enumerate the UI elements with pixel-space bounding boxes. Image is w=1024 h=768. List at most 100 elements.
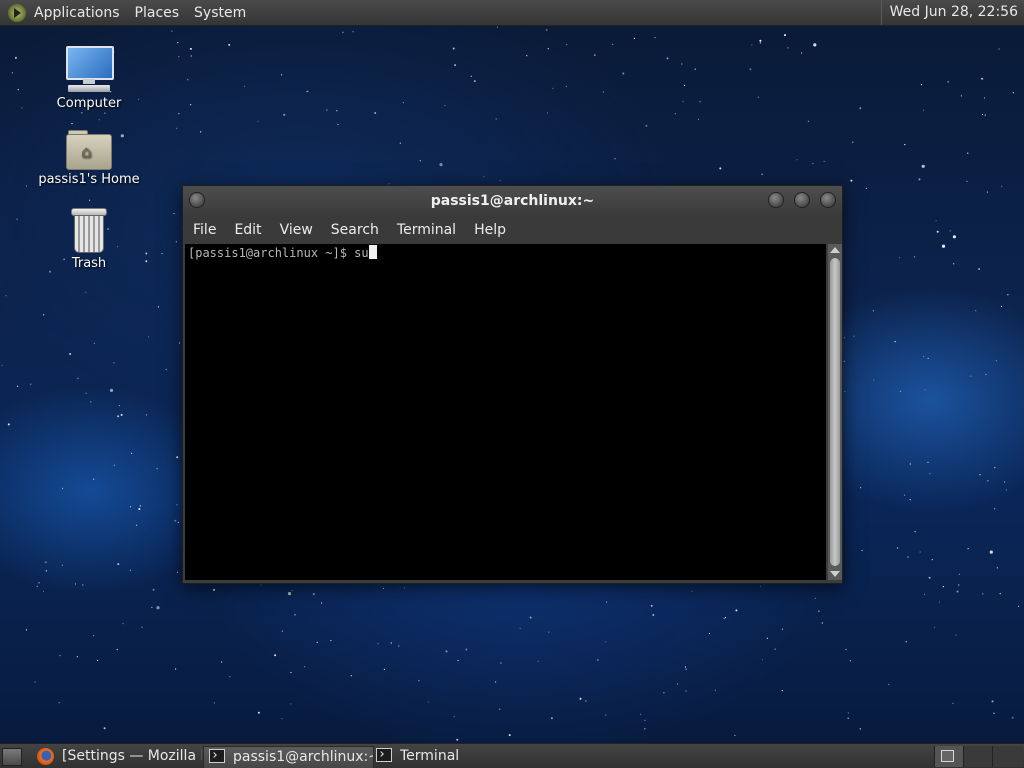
close-button[interactable]: [820, 192, 836, 208]
star: [985, 373, 987, 376]
firefox-icon: [37, 748, 54, 765]
star: [860, 487, 862, 489]
terminal-prompt-line: [passis1@archlinux ~]$ su: [188, 245, 377, 260]
star: [122, 623, 124, 625]
window-menu-button[interactable]: [189, 192, 205, 208]
star: [495, 118, 497, 120]
desktop-icon-home[interactable]: ⌂ passis1's Home: [34, 128, 144, 187]
terminal-scrollbar[interactable]: [828, 244, 842, 580]
scroll-up-arrow-icon[interactable]: [830, 247, 840, 253]
star: [176, 127, 178, 129]
workspace-3[interactable]: [992, 746, 1023, 767]
star: [1, 364, 3, 367]
star: [17, 385, 19, 387]
star: [708, 632, 711, 635]
star: [644, 728, 646, 730]
distro-logo-icon[interactable]: [8, 3, 26, 22]
star: [975, 310, 977, 312]
star: [928, 576, 931, 579]
star: [76, 656, 78, 658]
star: [16, 218, 18, 220]
menu-places[interactable]: Places: [135, 5, 180, 21]
terminal-window[interactable]: passis1@archlinux:~ File Edit View Searc…: [182, 185, 843, 584]
star: [991, 700, 994, 703]
star: [519, 627, 521, 630]
window-titlebar[interactable]: passis1@archlinux:~: [183, 186, 842, 216]
menu-view[interactable]: View: [280, 222, 313, 238]
terminal-cursor: [368, 245, 377, 259]
taskbar-item-firefox[interactable]: [Settings — Mozilla Fi...: [58, 746, 202, 767]
star: [685, 690, 687, 692]
desktop-icon-computer[interactable]: Computer: [34, 46, 144, 111]
desktop-icon-trash[interactable]: Trash: [34, 208, 144, 271]
star: [25, 629, 28, 631]
star: [312, 593, 315, 596]
star: [427, 701, 429, 703]
star: [221, 661, 223, 663]
star: [291, 590, 293, 592]
taskbar-item-terminal[interactable]: Terminal: [374, 746, 496, 767]
menu-file[interactable]: File: [193, 222, 216, 238]
star: [994, 508, 996, 510]
star: [383, 668, 385, 671]
star: [934, 626, 936, 628]
star: [59, 655, 61, 657]
clock[interactable]: Wed Jun 28, 22:56: [880, 0, 1018, 25]
star: [390, 642, 392, 644]
menu-terminal[interactable]: Terminal: [397, 222, 456, 238]
star: [907, 556, 909, 558]
menu-edit[interactable]: Edit: [234, 222, 261, 238]
star: [321, 602, 323, 604]
taskbar-item-terminal-window[interactable]: passis1@archlinux:~: [203, 746, 374, 768]
star: [956, 590, 959, 593]
star: [42, 590, 45, 593]
star: [445, 650, 448, 653]
menu-applications[interactable]: Applications: [34, 5, 120, 21]
star: [1018, 605, 1020, 607]
star: [597, 659, 599, 661]
star: [156, 468, 158, 470]
taskbar-item-label: passis1@archlinux:~: [233, 749, 374, 765]
star: [735, 609, 738, 612]
star: [894, 341, 896, 343]
scrollbar-thumb[interactable]: [830, 258, 840, 566]
trash-icon: [69, 208, 109, 254]
star: [989, 550, 993, 554]
menu-help[interactable]: Help: [474, 222, 506, 238]
star: [918, 178, 921, 181]
star: [995, 360, 997, 362]
star: [1001, 185, 1003, 187]
star: [814, 597, 816, 600]
star: [177, 42, 179, 44]
star: [612, 43, 614, 46]
star: [676, 683, 679, 685]
terminal-output[interactable]: [passis1@archlinux ~]$ su: [185, 244, 826, 580]
star: [663, 692, 665, 694]
star: [90, 401, 92, 403]
star: [89, 199, 91, 201]
star: [909, 463, 911, 465]
star: [681, 63, 683, 65]
scroll-down-arrow-icon[interactable]: [830, 571, 840, 577]
menu-search[interactable]: Search: [331, 222, 379, 238]
star: [967, 548, 969, 550]
workspace-2[interactable]: [963, 746, 992, 767]
star: [453, 715, 455, 718]
star: [935, 220, 937, 222]
star: [177, 521, 179, 524]
star: [457, 659, 459, 662]
home-folder-icon: ⌂: [66, 128, 112, 170]
star: [749, 68, 752, 71]
star: [93, 635, 95, 637]
star: [958, 573, 961, 575]
menu-system[interactable]: System: [194, 5, 246, 21]
star: [685, 668, 687, 670]
minimize-button[interactable]: [768, 192, 784, 208]
show-desktop-icon[interactable]: [2, 748, 22, 766]
workspace-1[interactable]: [934, 746, 963, 767]
star: [723, 617, 725, 620]
maximize-button[interactable]: [794, 192, 810, 208]
star: [34, 681, 36, 683]
star: [260, 584, 262, 586]
star: [666, 57, 669, 60]
